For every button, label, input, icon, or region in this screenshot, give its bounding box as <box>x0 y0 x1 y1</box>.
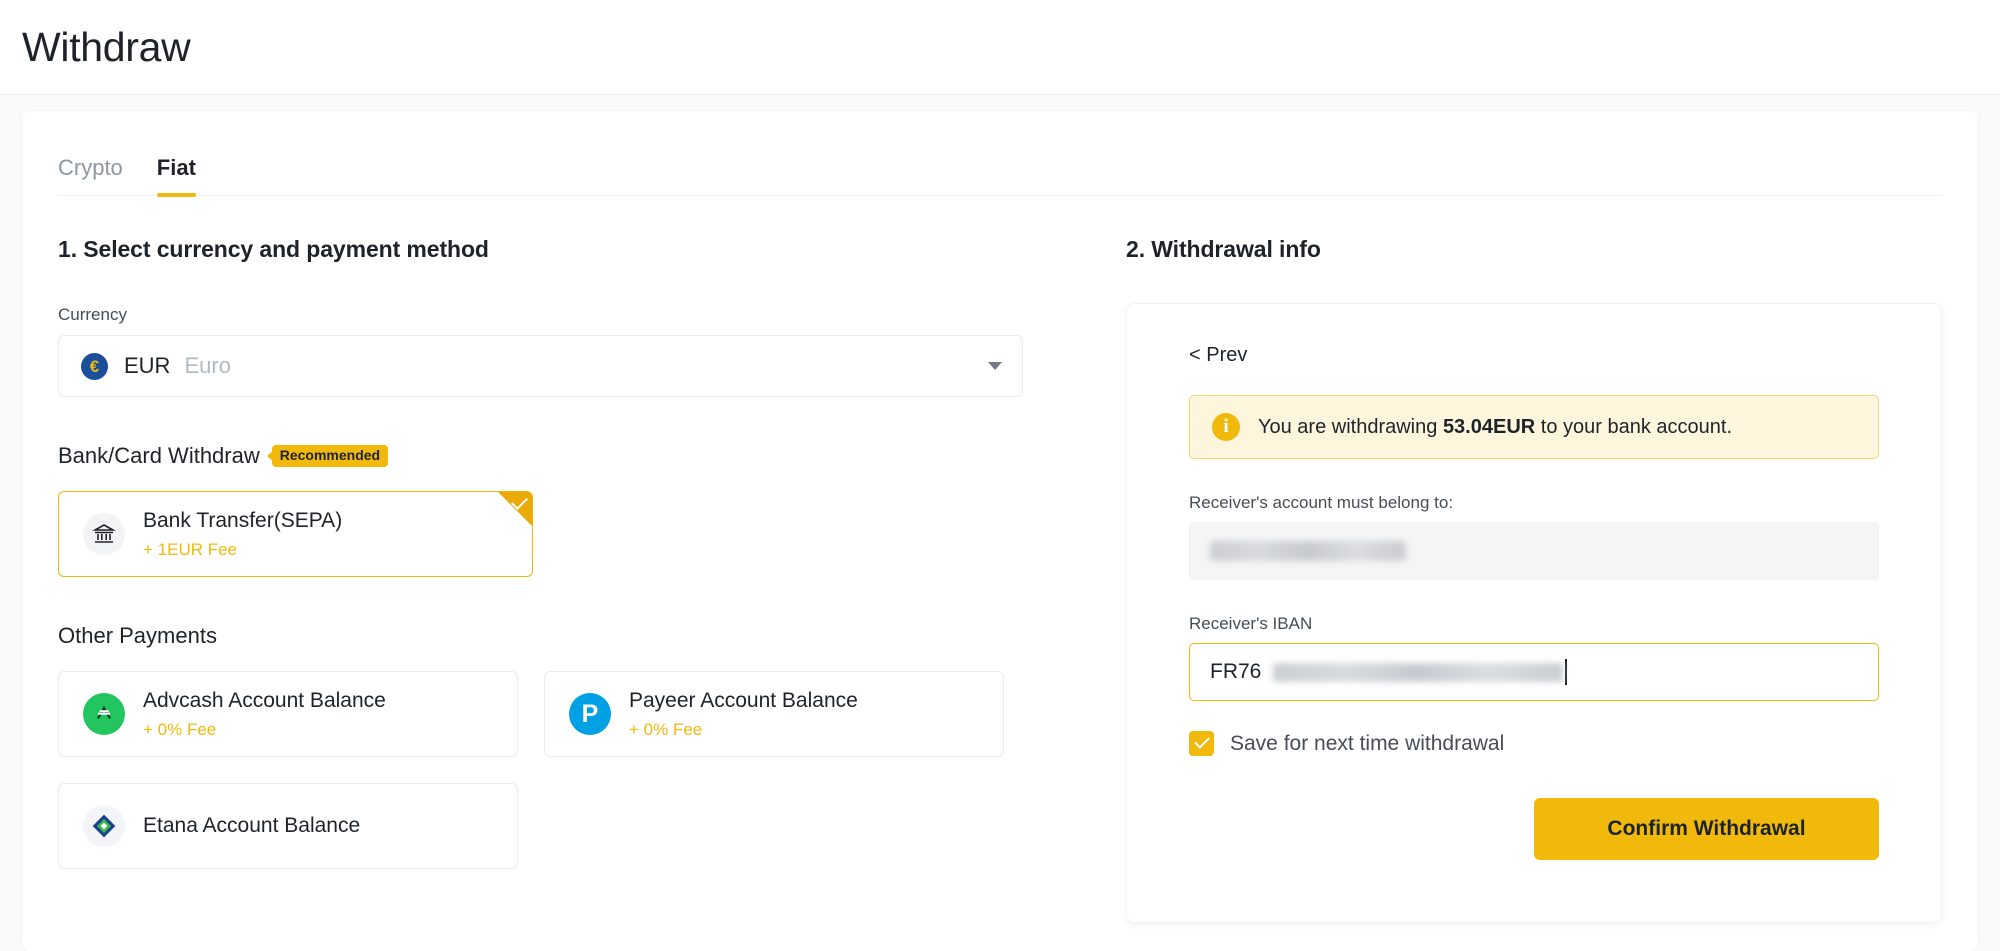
currency-code: EUR <box>124 353 171 378</box>
save-checkbox[interactable] <box>1189 731 1214 756</box>
eur-coin-icon: € <box>81 352 108 380</box>
method-name: Payeer Account Balance <box>629 689 858 713</box>
payment-method-bank-transfer-sepa[interactable]: Bank Transfer(SEPA) + 1EUR Fee <box>58 491 533 577</box>
page-title: Withdraw <box>22 23 191 70</box>
currency-select[interactable]: € EUR Euro <box>58 335 1023 397</box>
account-owner-label: Receiver's account must belong to: <box>1189 493 1454 512</box>
confirm-row: Confirm Withdrawal <box>1189 798 1879 860</box>
other-payments-heading: Other Payments <box>58 623 217 648</box>
text-caret <box>1565 659 1567 685</box>
iban-prefix: FR76 <box>1210 660 1262 683</box>
redacted-account-owner <box>1210 541 1406 561</box>
method-text: Bank Transfer(SEPA) + 1EUR Fee <box>143 508 342 559</box>
currency-label: Currency <box>58 305 127 324</box>
bank-card-withdraw-label: Bank/Card Withdraw <box>58 443 260 468</box>
withdraw-content-card: Crypto Fiat 1. Select currency and payme… <box>22 111 1978 951</box>
page-header: Withdraw <box>0 0 2000 95</box>
other-payments-grid: Advcash Account Balance + 0% Fee P Payee… <box>58 671 1023 869</box>
withdraw-tabs: Crypto Fiat <box>58 111 1942 197</box>
tab-crypto[interactable]: Crypto <box>58 155 123 195</box>
payment-method-advcash[interactable]: Advcash Account Balance + 0% Fee <box>58 671 518 757</box>
alert-suffix: to your bank account. <box>1535 415 1733 438</box>
select-currency-column: 1. Select currency and payment method Cu… <box>58 236 1078 923</box>
payeer-letter: P <box>581 699 599 728</box>
iban-input[interactable]: FR76 <box>1189 643 1879 701</box>
prev-button[interactable]: < Prev <box>1189 344 1247 367</box>
etana-icon <box>83 805 125 847</box>
account-owner-field <box>1189 522 1879 580</box>
method-text: Etana Account Balance <box>143 813 360 839</box>
save-for-next-time-row[interactable]: Save for next time withdrawal <box>1189 731 1879 756</box>
alert-amount: 53.04EUR <box>1442 415 1536 438</box>
advcash-icon <box>83 693 125 735</box>
chevron-down-icon[interactable] <box>988 362 1002 370</box>
redacted-iban <box>1273 662 1564 682</box>
confirm-withdrawal-button[interactable]: Confirm Withdrawal <box>1534 798 1879 860</box>
withdrawal-info-column: 2. Withdrawal info < Prev i You are with… <box>1078 236 1942 923</box>
withdrawal-amount-alert: i You are withdrawing 53.04EUR to your b… <box>1189 395 1879 459</box>
alert-text: You are withdrawing 53.04EUR to your ban… <box>1258 416 1732 439</box>
method-text: Payeer Account Balance + 0% Fee <box>629 688 858 739</box>
method-fee: + 0% Fee <box>143 719 217 739</box>
withdrawal-info-panel: < Prev i You are withdrawing 53.04EUR to… <box>1126 303 1942 923</box>
withdraw-columns: 1. Select currency and payment method Cu… <box>58 196 1942 923</box>
step-1-heading: 1. Select currency and payment method <box>58 236 489 262</box>
method-text: Advcash Account Balance + 0% Fee <box>143 688 386 739</box>
step-2-heading: 2. Withdrawal info <box>1126 236 1321 262</box>
bank-card-withdraw-header: Bank/Card Withdraw Recommended <box>58 443 1078 469</box>
info-icon: i <box>1212 413 1240 441</box>
method-name: Bank Transfer(SEPA) <box>143 509 343 533</box>
save-checkbox-label: Save for next time withdrawal <box>1230 731 1505 755</box>
alert-prefix: You are withdrawing <box>1258 415 1443 438</box>
method-fee: + 0% Fee <box>629 719 703 739</box>
payment-method-payeer[interactable]: P Payeer Account Balance + 0% Fee <box>544 671 1004 757</box>
iban-label: Receiver's IBAN <box>1189 614 1313 633</box>
method-name: Advcash Account Balance <box>143 689 386 713</box>
recommended-badge: Recommended <box>271 444 389 468</box>
payment-method-etana[interactable]: Etana Account Balance <box>58 783 518 869</box>
currency-name: Euro <box>184 353 231 378</box>
bank-icon <box>83 513 125 555</box>
method-fee: + 1EUR Fee <box>143 539 238 559</box>
page-shell: Crypto Fiat 1. Select currency and payme… <box>0 95 2000 951</box>
payeer-icon: P <box>569 693 611 735</box>
selected-corner <box>498 492 532 526</box>
method-name: Etana Account Balance <box>143 813 361 837</box>
tab-fiat[interactable]: Fiat <box>156 155 197 197</box>
